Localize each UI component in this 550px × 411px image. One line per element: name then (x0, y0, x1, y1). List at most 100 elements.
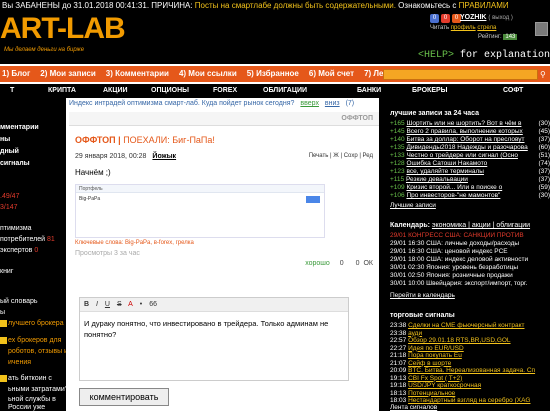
popular-item-title[interactable]: Кризис второй... Или в поиске о (406, 184, 502, 191)
calendar-item-event[interactable]: Швейцария: экспорт/импорт, торг. (426, 280, 527, 287)
underline-icon[interactable]: U (105, 301, 110, 308)
popular-more-link[interactable]: Лучшие записи (390, 202, 436, 209)
signal-item[interactable]: 23:38 ауди (390, 330, 550, 337)
signal-item-title[interactable]: Сейф в шорте (408, 360, 451, 367)
italic-icon[interactable]: I (96, 301, 98, 308)
menu-favorites[interactable]: 5) Избранное (247, 66, 299, 82)
calendar-item[interactable]: 29/01 КОНГРЕСС США: САНКЦИИ ПРОТИВ (390, 232, 550, 239)
signal-item-title[interactable]: Идея по EUR/USD (408, 345, 464, 352)
strike-icon[interactable]: S (117, 301, 122, 308)
menu-comments[interactable]: 3) Комментарии (106, 66, 169, 82)
signal-item[interactable]: 19:18 USD/JPY краткосрочная (390, 382, 550, 389)
comment-textarea[interactable]: И дураку понятно, что инвестировано в тр… (80, 312, 348, 346)
calendar-item-event[interactable]: Япония: уровень безработицы (426, 264, 518, 271)
post-actions[interactable]: Печать | Ж | Сохр | Ред (309, 153, 373, 159)
signal-item[interactable]: 18:03 Нестандартный взгляд на серебро (X… (390, 397, 550, 404)
popular-item[interactable]: +140 Битва за доллар: Оборот на преслову… (390, 136, 550, 143)
post-title-text[interactable]: ПОЕХАЛИ: Биг-ПаПа! (123, 135, 215, 145)
bold-icon[interactable]: B (84, 301, 89, 308)
left-link-6[interactable]: ичения (8, 359, 31, 366)
calendar-item[interactable]: 29/01 16:30 США: ценовой индекс PCE (390, 248, 550, 255)
cat-forex[interactable]: FOREX (213, 84, 237, 98)
cat-bonds[interactable]: ОБЛИГАЦИИ (263, 84, 307, 98)
signal-item-title[interactable]: BTC. Битва. Нереализованная задача. Сп (408, 367, 535, 374)
signal-item[interactable]: 22:57 Обзор 29.01.18 RTS,BR,USD,GOL (390, 337, 550, 344)
left-experts-label[interactable]: экспертов 0 (0, 247, 38, 254)
profile-link[interactable]: профиль (451, 25, 476, 31)
quote-icon[interactable]: 66 (149, 301, 157, 308)
calendar-tabs[interactable]: экономика | акции | облигации (432, 222, 530, 229)
left-robots-link[interactable]: роботов, отзывы и (8, 348, 68, 355)
post-author[interactable]: Йожык (152, 153, 176, 160)
site-logo[interactable]: ART-LAB (0, 14, 126, 44)
calendar-item[interactable]: 30/01 02:30 Япония: уровень безработицы (390, 264, 550, 271)
popular-item[interactable]: +128 Ошибка Сатоши Накамото (74) (390, 160, 550, 167)
popular-item-title[interactable]: Про инвесторов-"не мамонтов" (406, 192, 500, 199)
popular-item-title[interactable]: все, удаляйте терминалы (406, 168, 483, 175)
vote-up-link[interactable]: вверх (300, 100, 319, 107)
signal-item-title[interactable]: Пора покупать Eu (408, 352, 462, 359)
ban-reason-link[interactable]: Посты на смартлабе должны быть содержате… (195, 1, 396, 10)
signal-item[interactable]: 20:09 BTC. Битва. Нереализованная задача… (390, 367, 550, 374)
signal-item[interactable]: 21:07 Сейф в шорте (390, 360, 550, 367)
signal-item-title[interactable]: ауди (408, 330, 422, 337)
popular-item-title[interactable]: Шортить или не шортить? Вот в чём в (406, 120, 521, 127)
left-brokers-link[interactable]: ех брокеров для (8, 337, 61, 344)
calendar-item[interactable]: 29/01 18:00 США: индекс деловой активнос… (390, 256, 550, 263)
calendar-item-event[interactable]: США: личные доходы/расходы (426, 240, 519, 247)
username-link[interactable]: YOZHIK (460, 14, 486, 21)
popular-item[interactable]: +123 все, удаляйте терминалы (37) (390, 168, 550, 175)
popular-item-title[interactable]: Ошибка Сатоши Накамото (406, 160, 487, 167)
calendar-item-event[interactable]: Япония: розничные продажи (426, 272, 513, 279)
vote-down-link[interactable]: вниз (325, 100, 340, 107)
left-item-daily[interactable]: дный (0, 148, 19, 155)
keywords-list[interactable]: Big-PaPa, в-forex, грелка (125, 240, 194, 246)
left-service-link[interactable]: ьной службы в (8, 396, 56, 403)
signal-item[interactable]: 22:27 Идея по EUR/USD (390, 345, 550, 352)
signal-item-title[interactable]: Нестандартный взгляд на серебро (XAG (408, 397, 530, 404)
left-best-broker-link[interactable]: лучшего брокера (8, 320, 64, 327)
menu-my-account[interactable]: 6) Мой счет (309, 66, 354, 82)
signal-item-title[interactable]: CBI Fx Spot ( T+2) (408, 375, 462, 382)
calendar-item[interactable]: 29/01 16:30 США: личные доходы/расходы (390, 240, 550, 247)
signal-item[interactable]: 23:38 Сделки на СМЕ фьючерсный контракт (390, 322, 550, 329)
popular-item[interactable]: +106 Про инвесторов-"не мамонтов" (30) (390, 192, 550, 199)
popular-item-title[interactable]: Битва за доллар: Оборот на пресловут (406, 136, 524, 143)
index-question[interactable]: Индекс интрадей оптимизма смарт-лаб. Куд… (69, 100, 294, 107)
calendar-item-event[interactable]: США: индекс деловой активности (426, 256, 528, 263)
avatar[interactable] (535, 22, 548, 36)
menu-blog[interactable]: 1) Блог (2, 66, 30, 82)
vote-good-label[interactable]: хорошо (305, 260, 330, 267)
settings-link[interactable]: стрела (477, 25, 496, 31)
left-link-2[interactable]: ы (0, 309, 5, 316)
popular-item-title[interactable]: Резкие девальвации (406, 176, 468, 183)
popular-item-title[interactable]: Всего 2 правила, выполнение которых (406, 128, 522, 135)
section-bar[interactable]: ОФФТОП (69, 112, 379, 126)
logout-link[interactable]: ( выход ) (488, 15, 512, 21)
calendar-more-link[interactable]: Перейти в календарь (390, 292, 455, 299)
help-tag[interactable]: <HELP> (418, 50, 454, 61)
left-russia-link[interactable]: России уже (8, 404, 45, 411)
left-dictionary-link[interactable]: ый словарь (0, 298, 38, 305)
left-costs-link[interactable]: ьными затратами? (8, 386, 69, 393)
left-consumers-label[interactable]: потребителей 81 (0, 236, 55, 243)
signal-item[interactable]: 19:13 CBI Fx Spot ( T+2) (390, 375, 550, 382)
calendar-item-event[interactable]: США: ценовой индекс PCE (426, 248, 507, 255)
signal-item-title[interactable]: Сделки на СМЕ фьючерсный контракт (408, 322, 524, 329)
calendar-item-event[interactable]: КОНГРЕСС США: САНКЦИИ ПРОТИВ (408, 232, 524, 239)
signal-item-title[interactable]: USD/JPY краткосрочная (408, 382, 481, 389)
left-bitcoin-link[interactable]: ать биткоин с (8, 375, 52, 382)
cat-options[interactable]: ОПЦИОНЫ (151, 84, 189, 98)
cat-t[interactable]: T (10, 84, 14, 98)
counter-messages[interactable]: 0 (430, 14, 439, 23)
popular-item[interactable]: +115 Резкие девальвации (37) (390, 176, 550, 183)
popular-item[interactable]: +165 Шортить или не шортить? Вот в чём в… (390, 120, 550, 127)
menu-my-posts[interactable]: 2) Мои записи (40, 66, 95, 82)
left-books-label[interactable]: книг (0, 268, 13, 275)
vote-ok[interactable]: ОК (363, 260, 373, 267)
popular-item-title[interactable]: Дивиденды2018 Надежды и разочарова (406, 144, 527, 151)
left-optimism-label[interactable]: птимизма (0, 225, 32, 232)
cat-banks[interactable]: БАНКИ (357, 84, 381, 98)
left-item-comments[interactable]: мментарии (0, 124, 39, 131)
counter-comments[interactable]: 0 (441, 14, 450, 23)
